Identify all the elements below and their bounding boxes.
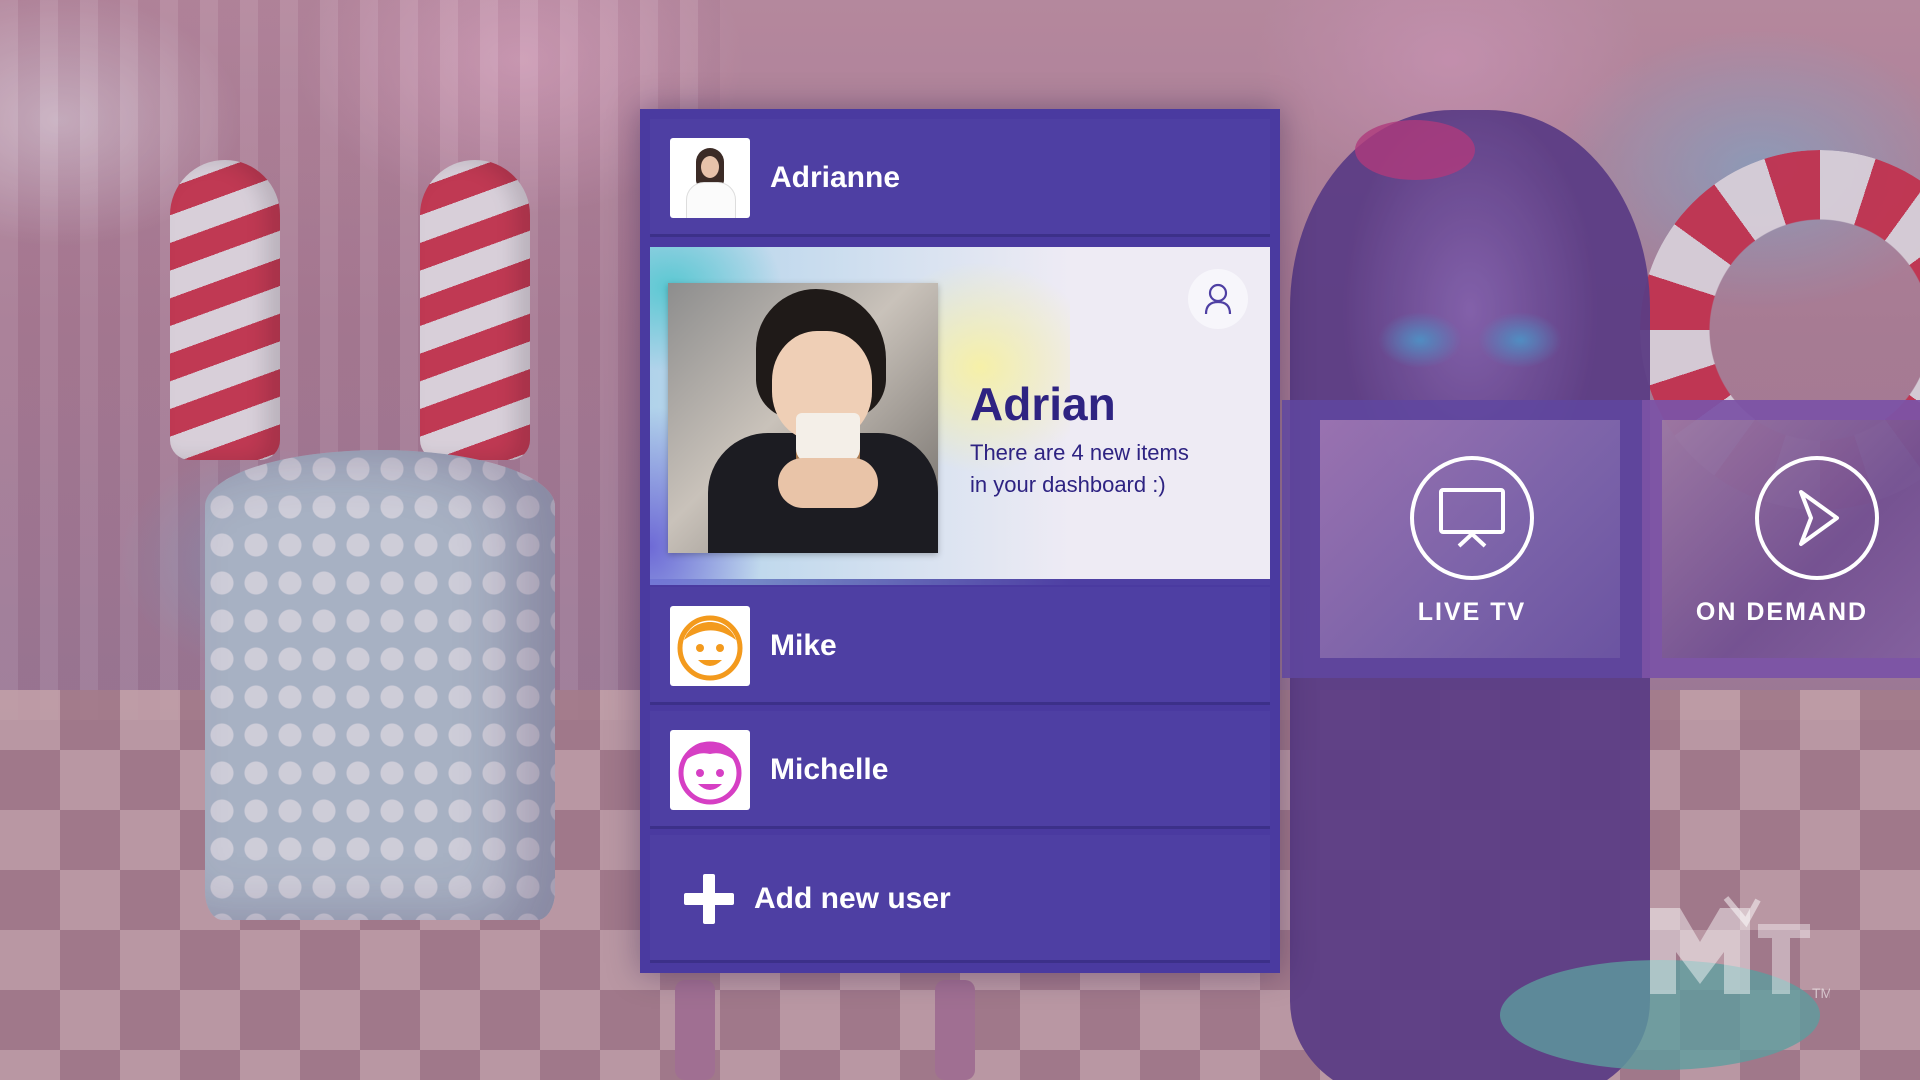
dashboard-message: There are 4 new items in your dashboard … [970,440,1189,497]
play-icon [1799,490,1839,546]
user-row-mike[interactable]: Mike [650,587,1270,705]
tile-label: LIVE TV [1417,598,1527,626]
avatar [670,730,750,810]
mtv-logo: TM [1650,894,1832,1004]
navigation-tiles: LIVE TV ON DEMAND [1282,400,1920,678]
pink-smiley-face-icon [678,741,742,805]
person-icon [1204,283,1232,315]
tile-circle [1755,456,1879,580]
user-name: Adrianne [770,161,901,194]
live-tv-tile[interactable]: LIVE TV [1300,400,1640,678]
tile-label: ON DEMAND [1695,598,1869,626]
plus-icon [684,874,734,924]
on-demand-tile[interactable]: ON DEMAND [1642,400,1920,678]
avatar [670,606,750,686]
user-row-michelle[interactable]: Michelle [650,711,1270,829]
user-panel: Adrianne Adrian There are 4 new items in… [640,109,1280,973]
user-name: Michelle [770,753,889,786]
selected-user-card[interactable]: Adrian There are 4 new items in your das… [650,247,1270,585]
svg-text:TM: TM [1812,985,1830,1001]
add-user-label: Add new user [754,882,951,915]
tile-circle [1410,456,1534,580]
orange-smiley-face-icon [677,615,743,681]
add-user-button[interactable]: Add new user [650,835,1270,963]
avatar [668,283,938,553]
profile-button[interactable] [1188,269,1248,329]
user-row-adrianne[interactable]: Adrianne [650,119,1270,237]
tv-screen-icon [1439,488,1505,548]
user-name: Mike [770,629,837,662]
avatar [670,138,750,218]
selected-user-name: Adrian [970,378,1116,430]
